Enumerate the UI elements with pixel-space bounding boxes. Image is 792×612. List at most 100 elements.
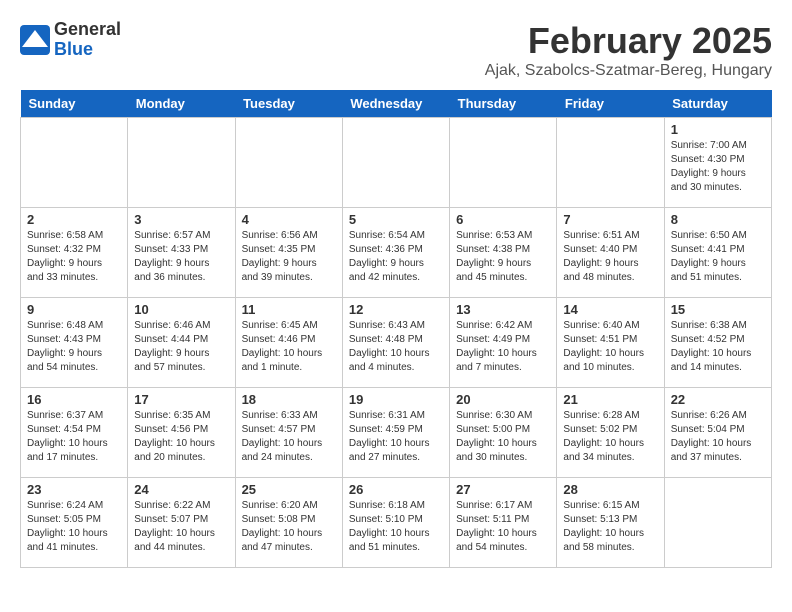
calendar-cell: 27 Sunrise: 6:17 AM Sunset: 5:11 PM Dayli… (450, 478, 557, 568)
day-number: 1 (671, 122, 765, 137)
calendar-cell (342, 118, 449, 208)
calendar-cell: 2 Sunrise: 6:58 AM Sunset: 4:32 PM Daylig… (21, 208, 128, 298)
calendar-cell: 14 Sunrise: 6:40 AM Sunset: 4:51 PM Dayli… (557, 298, 664, 388)
header-wednesday: Wednesday (342, 90, 449, 118)
day-info: Sunrise: 6:43 AM Sunset: 4:48 PM Dayligh… (349, 319, 443, 375)
day-info: Sunrise: 7:00 AM Sunset: 4:30 PM Dayligh… (671, 139, 765, 195)
calendar-cell: 23 Sunrise: 6:24 AM Sunset: 5:05 PM Dayli… (21, 478, 128, 568)
header-sunday: Sunday (21, 90, 128, 118)
calendar-cell: 18 Sunrise: 6:33 AM Sunset: 4:57 PM Dayli… (235, 388, 342, 478)
day-info: Sunrise: 6:46 AM Sunset: 4:44 PM Dayligh… (134, 319, 228, 375)
title-section: February 2025 Ajak, Szabolcs-Szatmar-Ber… (485, 20, 772, 80)
day-number: 6 (456, 212, 550, 227)
calendar-cell: 9 Sunrise: 6:48 AM Sunset: 4:43 PM Daylig… (21, 298, 128, 388)
day-number: 18 (242, 392, 336, 407)
logo-blue-text: Blue (54, 40, 121, 60)
day-number: 7 (563, 212, 657, 227)
calendar-cell: 3 Sunrise: 6:57 AM Sunset: 4:33 PM Daylig… (128, 208, 235, 298)
day-info: Sunrise: 6:53 AM Sunset: 4:38 PM Dayligh… (456, 229, 550, 285)
calendar-cell (450, 118, 557, 208)
day-number: 17 (134, 392, 228, 407)
calendar-cell: 20 Sunrise: 6:30 AM Sunset: 5:00 PM Dayli… (450, 388, 557, 478)
day-info: Sunrise: 6:48 AM Sunset: 4:43 PM Dayligh… (27, 319, 121, 375)
day-info: Sunrise: 6:33 AM Sunset: 4:57 PM Dayligh… (242, 409, 336, 465)
day-info: Sunrise: 6:42 AM Sunset: 4:49 PM Dayligh… (456, 319, 550, 375)
day-info: Sunrise: 6:18 AM Sunset: 5:10 PM Dayligh… (349, 499, 443, 555)
header-row: SundayMondayTuesdayWednesdayThursdayFrid… (21, 90, 772, 118)
calendar-cell: 13 Sunrise: 6:42 AM Sunset: 4:49 PM Dayli… (450, 298, 557, 388)
day-number: 16 (27, 392, 121, 407)
day-info: Sunrise: 6:58 AM Sunset: 4:32 PM Dayligh… (27, 229, 121, 285)
week-row-3: 9 Sunrise: 6:48 AM Sunset: 4:43 PM Daylig… (21, 298, 772, 388)
calendar-cell (557, 118, 664, 208)
day-number: 22 (671, 392, 765, 407)
day-info: Sunrise: 6:22 AM Sunset: 5:07 PM Dayligh… (134, 499, 228, 555)
day-info: Sunrise: 6:45 AM Sunset: 4:46 PM Dayligh… (242, 319, 336, 375)
calendar-cell: 15Sunrise: 6:38 AM Sunset: 4:52 PM Dayli… (664, 298, 771, 388)
month-title: February 2025 (485, 20, 772, 62)
calendar-cell: 6 Sunrise: 6:53 AM Sunset: 4:38 PM Daylig… (450, 208, 557, 298)
day-info: Sunrise: 6:40 AM Sunset: 4:51 PM Dayligh… (563, 319, 657, 375)
day-number: 20 (456, 392, 550, 407)
calendar-cell (21, 118, 128, 208)
day-number: 21 (563, 392, 657, 407)
day-info: Sunrise: 6:24 AM Sunset: 5:05 PM Dayligh… (27, 499, 121, 555)
day-info: Sunrise: 6:28 AM Sunset: 5:02 PM Dayligh… (563, 409, 657, 465)
header-monday: Monday (128, 90, 235, 118)
day-number: 4 (242, 212, 336, 227)
day-info: Sunrise: 6:37 AM Sunset: 4:54 PM Dayligh… (27, 409, 121, 465)
day-number: 13 (456, 302, 550, 317)
day-info: Sunrise: 6:26 AM Sunset: 5:04 PM Dayligh… (671, 409, 765, 465)
calendar-cell: 5 Sunrise: 6:54 AM Sunset: 4:36 PM Daylig… (342, 208, 449, 298)
calendar-cell: 17Sunrise: 6:35 AM Sunset: 4:56 PM Dayli… (128, 388, 235, 478)
calendar-cell (235, 118, 342, 208)
day-info: Sunrise: 6:50 AM Sunset: 4:41 PM Dayligh… (671, 229, 765, 285)
day-number: 11 (242, 302, 336, 317)
calendar-cell: 19Sunrise: 6:31 AM Sunset: 4:59 PM Dayli… (342, 388, 449, 478)
day-number: 10 (134, 302, 228, 317)
day-info: Sunrise: 6:51 AM Sunset: 4:40 PM Dayligh… (563, 229, 657, 285)
calendar-cell (128, 118, 235, 208)
calendar-cell: 22 Sunrise: 6:26 AM Sunset: 5:04 PM Dayli… (664, 388, 771, 478)
calendar-cell: 26Sunrise: 6:18 AM Sunset: 5:10 PM Dayli… (342, 478, 449, 568)
day-number: 9 (27, 302, 121, 317)
calendar-table: SundayMondayTuesdayWednesdayThursdayFrid… (20, 90, 772, 568)
calendar-cell: 12Sunrise: 6:43 AM Sunset: 4:48 PM Dayli… (342, 298, 449, 388)
day-number: 5 (349, 212, 443, 227)
header-tuesday: Tuesday (235, 90, 342, 118)
week-row-5: 23 Sunrise: 6:24 AM Sunset: 5:05 PM Dayli… (21, 478, 772, 568)
calendar-cell: 16 Sunrise: 6:37 AM Sunset: 4:54 PM Dayli… (21, 388, 128, 478)
day-info: Sunrise: 6:38 AM Sunset: 4:52 PM Dayligh… (671, 319, 765, 375)
day-number: 14 (563, 302, 657, 317)
day-info: Sunrise: 6:17 AM Sunset: 5:11 PM Dayligh… (456, 499, 550, 555)
logo-icon (20, 25, 50, 55)
calendar-cell: 28Sunrise: 6:15 AM Sunset: 5:13 PM Dayli… (557, 478, 664, 568)
week-row-4: 16 Sunrise: 6:37 AM Sunset: 4:54 PM Dayli… (21, 388, 772, 478)
calendar-cell: 25 Sunrise: 6:20 AM Sunset: 5:08 PM Dayli… (235, 478, 342, 568)
header-thursday: Thursday (450, 90, 557, 118)
day-number: 25 (242, 482, 336, 497)
day-info: Sunrise: 6:57 AM Sunset: 4:33 PM Dayligh… (134, 229, 228, 285)
day-info: Sunrise: 6:20 AM Sunset: 5:08 PM Dayligh… (242, 499, 336, 555)
calendar-cell (664, 478, 771, 568)
header-friday: Friday (557, 90, 664, 118)
day-number: 19 (349, 392, 443, 407)
calendar-cell: 4 Sunrise: 6:56 AM Sunset: 4:35 PM Daylig… (235, 208, 342, 298)
logo: General Blue (20, 20, 121, 60)
day-info: Sunrise: 6:30 AM Sunset: 5:00 PM Dayligh… (456, 409, 550, 465)
calendar-cell: 10 Sunrise: 6:46 AM Sunset: 4:44 PM Dayli… (128, 298, 235, 388)
calendar-cell: 7 Sunrise: 6:51 AM Sunset: 4:40 PM Daylig… (557, 208, 664, 298)
day-info: Sunrise: 6:56 AM Sunset: 4:35 PM Dayligh… (242, 229, 336, 285)
logo-text: General Blue (54, 20, 121, 60)
day-number: 2 (27, 212, 121, 227)
day-info: Sunrise: 6:54 AM Sunset: 4:36 PM Dayligh… (349, 229, 443, 285)
day-number: 23 (27, 482, 121, 497)
week-row-2: 2 Sunrise: 6:58 AM Sunset: 4:32 PM Daylig… (21, 208, 772, 298)
day-number: 3 (134, 212, 228, 227)
week-row-1: 1 Sunrise: 7:00 AM Sunset: 4:30 PM Daylig… (21, 118, 772, 208)
day-number: 27 (456, 482, 550, 497)
day-number: 24 (134, 482, 228, 497)
header: General Blue February 2025 Ajak, Szabolc… (20, 20, 772, 80)
day-info: Sunrise: 6:15 AM Sunset: 5:13 PM Dayligh… (563, 499, 657, 555)
day-number: 8 (671, 212, 765, 227)
